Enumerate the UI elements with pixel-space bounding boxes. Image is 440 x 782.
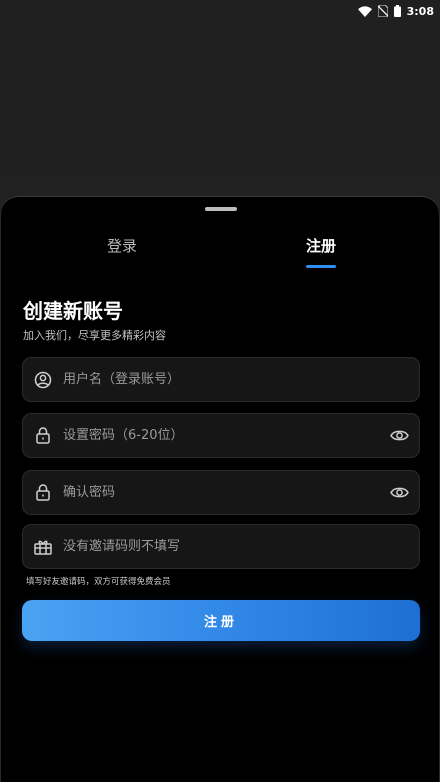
- username-input[interactable]: [63, 372, 419, 387]
- gift-icon: [23, 524, 63, 569]
- confirm-password-field[interactable]: [22, 470, 420, 515]
- register-button[interactable]: 注册: [22, 600, 420, 641]
- active-tab-indicator: [306, 265, 336, 268]
- page-title: 创建新账号: [23, 299, 123, 323]
- status-time: 3:08: [406, 4, 434, 18]
- lock-icon: [23, 413, 63, 458]
- username-field[interactable]: [22, 357, 420, 402]
- password-field[interactable]: [22, 413, 420, 458]
- confirm-password-input[interactable]: [63, 485, 379, 500]
- tab-register-label: 注册: [305, 237, 336, 255]
- status-bar: 3:08: [0, 0, 440, 22]
- password-input[interactable]: [63, 428, 379, 443]
- no-sim-icon: [377, 5, 388, 17]
- auth-tabs: 登录 注册: [1, 233, 439, 269]
- eye-icon[interactable]: [379, 470, 419, 515]
- eye-icon[interactable]: [379, 413, 419, 458]
- battery-icon: [393, 5, 401, 17]
- tab-login-label: 登录: [106, 237, 137, 255]
- bottom-sheet: 登录 注册 创建新账号 加入我们，尽享更多精彩内容 用户名（登录账号） 没有邀请…: [0, 196, 440, 782]
- wifi-icon: [357, 5, 372, 17]
- invite-code-input[interactable]: [63, 539, 419, 554]
- invite-hint: 填写好友邀请码，双方可获得免费会员: [26, 577, 171, 587]
- drag-handle[interactable]: [205, 207, 237, 211]
- lock-icon: [23, 470, 63, 515]
- user-circle-icon: [23, 357, 63, 402]
- tab-register[interactable]: 注册: [266, 233, 376, 269]
- invite-code-field[interactable]: [22, 524, 420, 569]
- page-subtitle: 加入我们，尽享更多精彩内容: [23, 329, 166, 342]
- register-screen: 3:08 登录 注册 创建新账号 加入我们，尽享更多精彩内容 用户名（登录账号）…: [0, 0, 440, 782]
- tab-login[interactable]: 登录: [67, 233, 177, 269]
